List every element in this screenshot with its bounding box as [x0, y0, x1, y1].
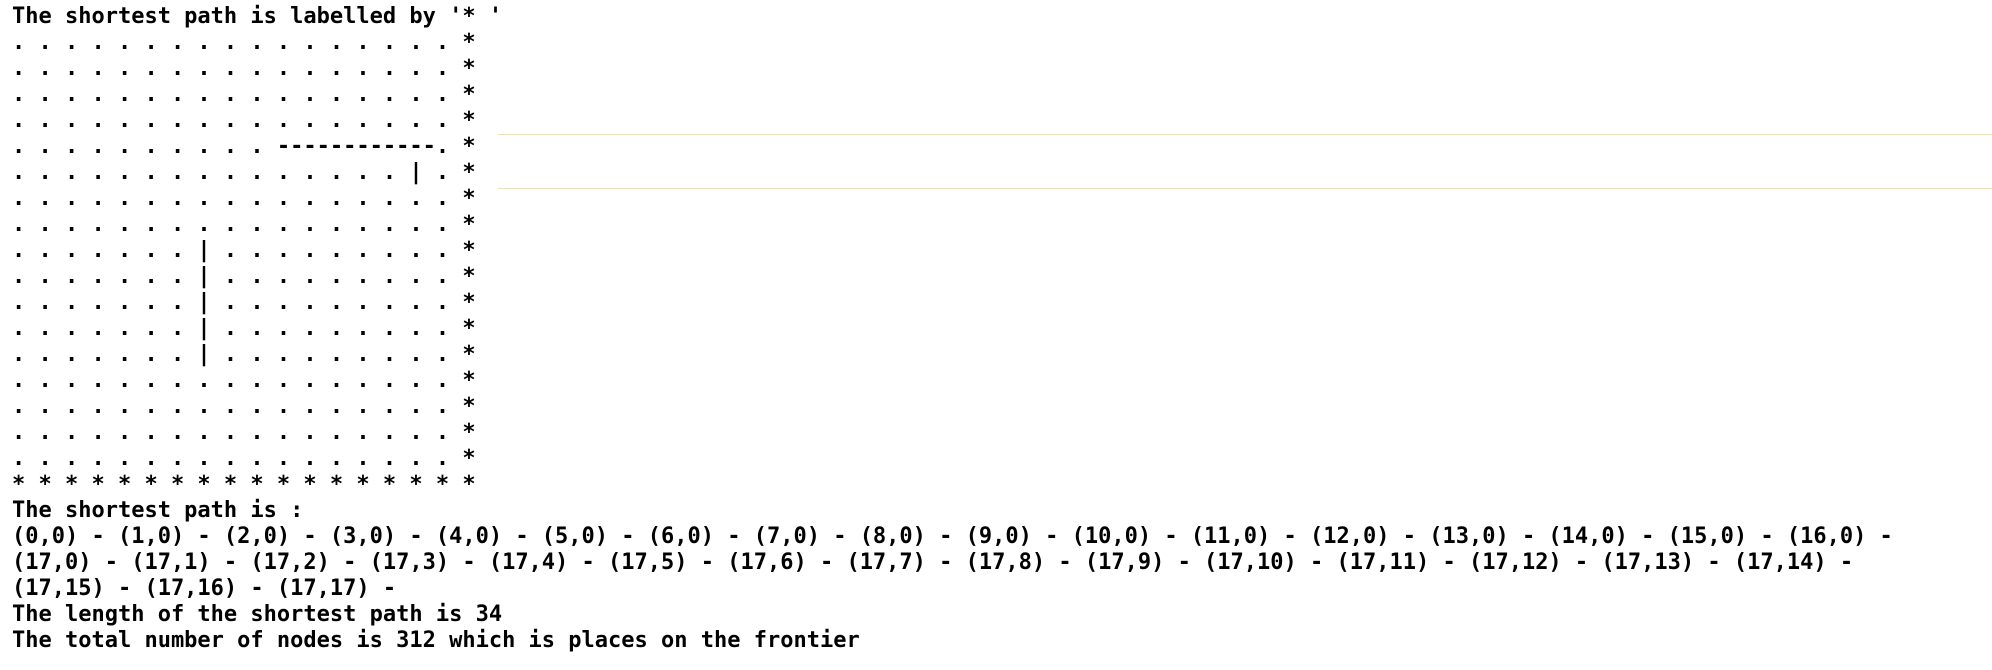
grid-row-7: . . . . . . . . . . . . . . . . . *: [12, 212, 476, 237]
maze-grid: . . . . . . . . . . . . . . . . . * . . …: [12, 30, 1893, 498]
grid-row-14: . . . . . . . . . . . . . . . . . *: [12, 394, 476, 419]
path-label: The shortest path is :: [12, 498, 304, 523]
path-line-1: (17,0) - (17,1) - (17,2) - (17,3) - (17,…: [12, 550, 1854, 575]
grid-row-10: . . . . . . . | . . . . . . . . . *: [12, 290, 476, 315]
grid-row-0: . . . . . . . . . . . . . . . . . *: [12, 30, 476, 55]
grid-row-6: . . . . . . . . . . . . . . . . . *: [12, 186, 476, 211]
grid-row-11: . . . . . . . | . . . . . . . . . *: [12, 316, 476, 341]
console-output: The shortest path is labelled by '* ' . …: [12, 4, 1893, 654]
grid-row-15: . . . . . . . . . . . . . . . . . *: [12, 420, 476, 445]
path-line-2: (17,15) - (17,16) - (17,17) -: [12, 576, 397, 601]
grid-row-12: . . . . . . . | . . . . . . . . . *: [12, 342, 476, 367]
header-line: The shortest path is labelled by '* ': [12, 4, 503, 29]
grid-row-2: . . . . . . . . . . . . . . . . . *: [12, 82, 476, 107]
node-count-line: The total number of nodes is 312 which i…: [12, 628, 860, 653]
grid-row-8: . . . . . . . | . . . . . . . . . *: [12, 238, 476, 263]
grid-row-9: . . . . . . . | . . . . . . . . . *: [12, 264, 476, 289]
grid-row-17: * * * * * * * * * * * * * * * * * *: [12, 472, 476, 497]
path-line-0: (0,0) - (1,0) - (2,0) - (3,0) - (4,0) - …: [12, 524, 1893, 549]
grid-row-16: . . . . . . . . . . . . . . . . . *: [12, 446, 476, 471]
grid-row-13: . . . . . . . . . . . . . . . . . *: [12, 368, 476, 393]
grid-row-3: . . . . . . . . . . . . . . . . . *: [12, 108, 476, 133]
grid-row-1: . . . . . . . . . . . . . . . . . *: [12, 56, 476, 81]
grid-row-4: . . . . . . . . . . ------------. *: [12, 134, 476, 159]
grid-row-5: . . . . . . . . . . . . . . . | . *: [12, 160, 476, 185]
path-length-line: The length of the shortest path is 34: [12, 602, 503, 627]
